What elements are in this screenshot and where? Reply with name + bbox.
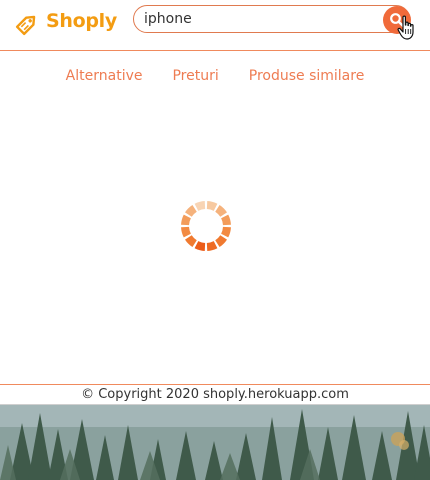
- spinner-icon: [181, 201, 231, 251]
- forest-background-image: [0, 405, 430, 480]
- spinner-segment: [206, 241, 218, 251]
- spinner-segment: [221, 214, 231, 226]
- page: Shoply Alternative Preturi Produse simil…: [0, 0, 430, 480]
- spinner-segment: [206, 201, 218, 211]
- spinner-segment: [194, 201, 206, 211]
- search-input[interactable]: [144, 9, 374, 29]
- search-box: [133, 5, 411, 34]
- spinner-segment: [181, 214, 191, 226]
- spinner-segment: [185, 235, 197, 247]
- spinner-segment: [221, 226, 231, 238]
- nav-alternative[interactable]: Alternative: [66, 68, 143, 84]
- hand-cursor-icon: [397, 15, 414, 40]
- tag-icon: [15, 15, 36, 36]
- logo-text: Shoply: [46, 10, 117, 32]
- spinner-segment: [194, 241, 206, 251]
- nav-tabs: Alternative Preturi Produse similare: [0, 68, 430, 84]
- nav-produse-similare[interactable]: Produse similare: [249, 68, 365, 84]
- logo-link[interactable]: Shoply: [12, 8, 117, 40]
- spinner-segment: [185, 205, 197, 217]
- spinner-segment: [215, 235, 227, 247]
- nav-preturi[interactable]: Preturi: [172, 68, 218, 84]
- spinner-segment: [181, 226, 191, 238]
- spinner-segment: [215, 205, 227, 217]
- header: Shoply: [0, 0, 430, 51]
- footer-divider: [0, 384, 430, 385]
- footer-copyright: © Copyright 2020 shoply.herokuapp.com: [81, 387, 349, 402]
